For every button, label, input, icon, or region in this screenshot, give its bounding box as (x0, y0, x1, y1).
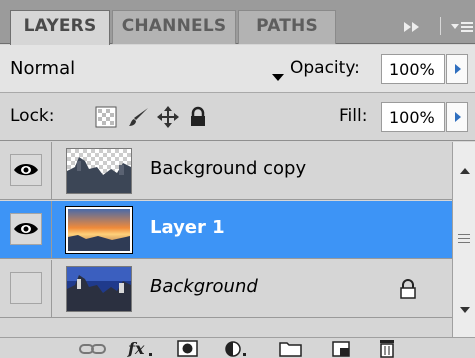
svg-text:fx: fx (127, 339, 145, 358)
fx-layer-style-icon[interactable]: fx (126, 339, 156, 358)
chevron-down-icon (272, 74, 284, 81)
link-layers-icon[interactable] (78, 339, 108, 358)
lock-fill-row: Lock: Fill: 100% (0, 93, 475, 141)
visibility-toggle[interactable] (10, 213, 42, 245)
fill-label: Fill: (339, 106, 368, 126)
thumbnail-sunset-image (68, 209, 130, 251)
layers-footer-toolbar: fx (0, 337, 475, 358)
layer-list: Background copy Layer 1 Background (0, 142, 452, 337)
thumbnail-castle-night-image (67, 267, 131, 311)
new-layer-icon[interactable] (330, 339, 354, 358)
layer-name[interactable]: Background copy (150, 158, 306, 179)
opacity-slider-arrow-icon[interactable] (446, 54, 468, 84)
adjustment-layer-icon[interactable] (223, 339, 253, 358)
fill-input[interactable]: 100% (381, 102, 445, 132)
scroll-grip-icon[interactable] (458, 234, 470, 246)
collapse-panel-icon[interactable] (402, 21, 422, 33)
scroll-down-icon[interactable] (460, 307, 470, 313)
lock-all-padlock-icon[interactable] (187, 106, 209, 128)
layer-row[interactable]: Background copy (0, 142, 452, 200)
tab-divider (440, 17, 441, 35)
layer-name[interactable]: Layer 1 (150, 217, 225, 238)
eye-icon (14, 223, 38, 235)
layer-mask-icon[interactable] (176, 339, 200, 358)
blend-mode-dropdown[interactable]: Normal (10, 53, 284, 85)
layer-thumbnail[interactable] (66, 148, 132, 194)
visibility-toggle[interactable] (10, 154, 42, 186)
lock-position-move-icon[interactable] (157, 106, 179, 128)
new-group-folder-icon[interactable] (278, 339, 304, 358)
visibility-cell[interactable] (0, 201, 52, 259)
padlock-icon (400, 279, 416, 299)
panel-menu-icon[interactable] (450, 20, 474, 34)
tab-paths[interactable]: PATHS (238, 10, 336, 44)
tab-layers[interactable]: LAYERS (10, 10, 110, 45)
fill-slider-arrow-icon[interactable] (446, 102, 468, 132)
eye-icon (14, 164, 38, 176)
scroll-up-icon[interactable] (460, 168, 470, 174)
opacity-label: Opacity: (290, 58, 360, 78)
thumbnail-transparent-castle-image (67, 149, 131, 193)
blend-mode-value: Normal (10, 58, 76, 79)
lock-transparent-icon[interactable] (95, 106, 117, 128)
layer-row-selected[interactable]: Layer 1 (0, 201, 452, 259)
layer-name[interactable]: Background (150, 276, 258, 297)
layers-panel: LAYERS CHANNELS PATHS Normal Opacity: 10… (0, 0, 475, 358)
layer-list-scrollbar[interactable] (452, 142, 475, 337)
layer-thumbnail[interactable] (65, 206, 133, 254)
layer-row[interactable]: Background (0, 260, 452, 318)
visibility-toggle-hidden[interactable] (10, 272, 42, 304)
trash-icon[interactable] (376, 339, 398, 358)
tab-channels[interactable]: CHANNELS (112, 10, 236, 44)
panel-tab-bar: LAYERS CHANNELS PATHS (0, 0, 475, 45)
lock-image-brush-icon[interactable] (128, 106, 150, 128)
blend-opacity-row: Normal Opacity: 100% (0, 45, 475, 93)
opacity-input[interactable]: 100% (381, 54, 445, 84)
layer-thumbnail[interactable] (66, 266, 132, 312)
lock-label: Lock: (10, 106, 55, 126)
visibility-cell[interactable] (0, 142, 52, 200)
visibility-cell[interactable] (0, 260, 52, 318)
